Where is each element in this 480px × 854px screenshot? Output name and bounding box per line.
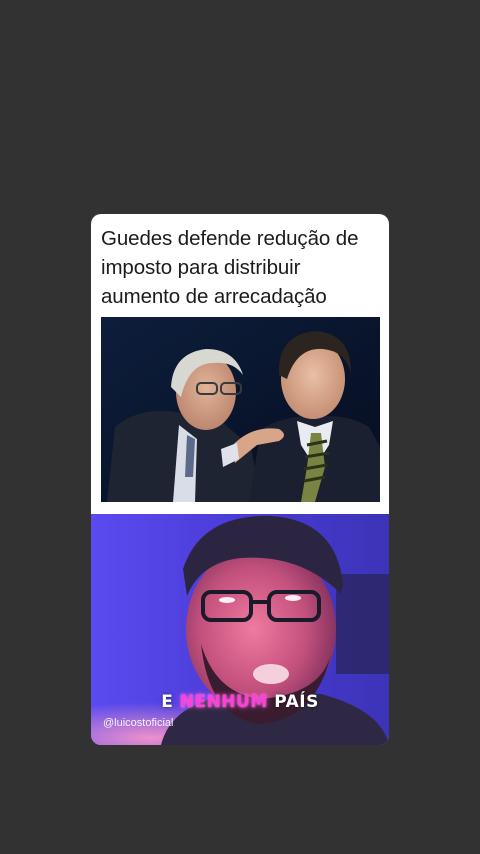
caption-word-1: E: [161, 692, 174, 712]
video-caption: E NENHUM PAÍS: [91, 692, 389, 712]
video-player[interactable]: E NENHUM PAÍS @luicostoficial: [91, 514, 389, 745]
news-headline: Guedes defende redução de imposto para d…: [101, 227, 359, 308]
story-page: Guedes defende redução de imposto para d…: [0, 0, 480, 854]
creator-watermark: @luicostoficial: [103, 717, 174, 729]
caption-highlight-word: NENHUM: [179, 692, 268, 712]
caption-word-3: PAÍS: [274, 692, 319, 712]
news-photo: [101, 317, 380, 502]
post-card[interactable]: Guedes defende redução de imposto para d…: [91, 214, 389, 745]
